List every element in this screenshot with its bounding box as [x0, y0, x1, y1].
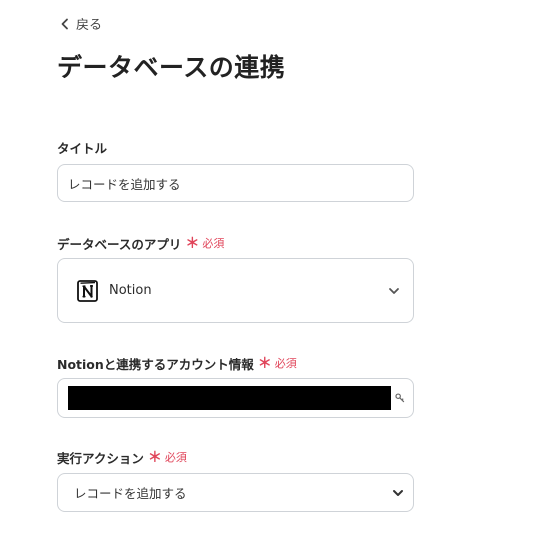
back-label: 戻る	[76, 18, 103, 33]
page-title: データベースの連携	[57, 53, 286, 82]
redacted-account-value	[68, 386, 392, 410]
title-label-text: タイトル	[57, 141, 108, 156]
app-field-label: データベースのアプリ ＊ 必須	[57, 233, 224, 253]
action-select[interactable]: レコードを追加する	[57, 473, 414, 512]
account-input[interactable]	[57, 378, 414, 418]
title-input[interactable]: レコードを追加する	[57, 164, 414, 202]
selected-action: レコードを追加する	[74, 486, 187, 501]
page: 戻る データベースの連携 タイトル レコードを追加する データベースのアプリ ＊…	[0, 0, 555, 534]
key-icon	[395, 393, 405, 403]
action-label-text: 実行アクション	[57, 450, 144, 466]
chevron-left-icon	[61, 18, 68, 29]
required-text: 必須	[164, 451, 187, 464]
title-field-label: タイトル	[57, 138, 107, 157]
chevron-down-icon	[393, 489, 403, 496]
required-text: 必須	[274, 357, 297, 370]
account-field-label: Notionと連携するアカウント情報 ＊ 必須	[57, 353, 297, 373]
back-link[interactable]: 戻る	[60, 14, 102, 33]
title-input-value: レコードを追加する	[68, 176, 181, 192]
chevron-down-icon	[389, 287, 399, 294]
app-select[interactable]: Notion	[57, 258, 414, 323]
required-mark: ＊	[257, 356, 272, 372]
required-text: 必須	[202, 237, 225, 250]
required-mark: ＊	[147, 450, 162, 466]
required-mark: ＊	[185, 236, 200, 252]
action-field-label: 実行アクション ＊ 必須	[57, 447, 187, 467]
selected-app-name: Notion	[109, 283, 152, 298]
notion-logo-icon	[77, 279, 98, 302]
app-label-text: データベースのアプリ	[57, 236, 182, 252]
account-label-text: Notionと連携するアカウント情報	[57, 356, 254, 372]
